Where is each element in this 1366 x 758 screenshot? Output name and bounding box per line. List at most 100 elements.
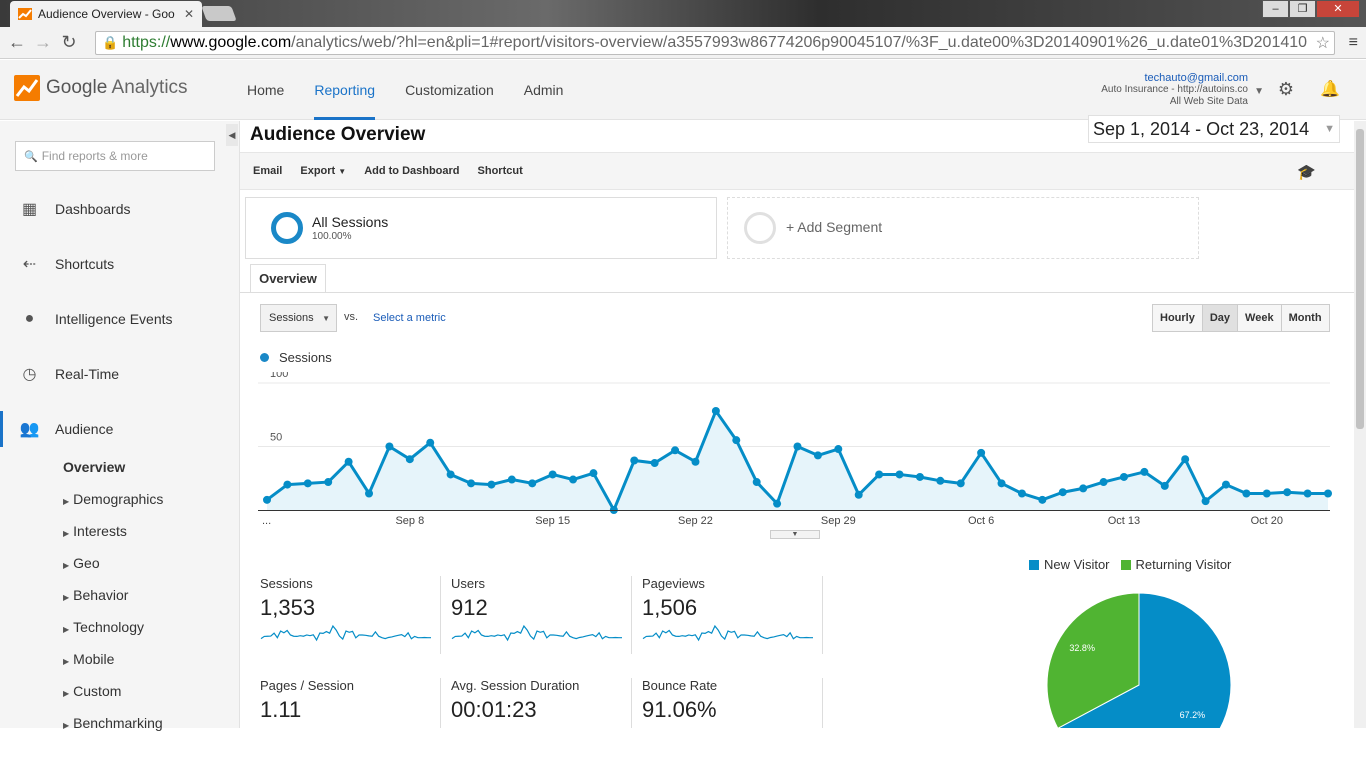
subnav-benchmarking[interactable]: ▶ Benchmarking xyxy=(63,715,163,731)
sessions-point[interactable] xyxy=(1119,472,1128,481)
search-input[interactable]: 🔍 Find reports & more xyxy=(15,141,215,171)
add-to-dashboard-button[interactable]: Add to Dashboard xyxy=(364,165,459,177)
shortcut-button[interactable]: Shortcut xyxy=(478,165,523,177)
google-analytics-logo[interactable]: Google Analytics xyxy=(14,75,188,101)
bell-icon[interactable]: 🔔 xyxy=(1320,79,1340,99)
sessions-point[interactable] xyxy=(1201,497,1210,506)
sessions-point[interactable] xyxy=(446,470,455,479)
collapse-sidebar-icon[interactable]: ◀ xyxy=(226,124,238,146)
sessions-point[interactable] xyxy=(1079,484,1088,493)
sessions-point[interactable] xyxy=(1283,488,1292,497)
sessions-point[interactable] xyxy=(365,489,374,498)
sessions-point[interactable] xyxy=(813,451,822,460)
month-button[interactable]: Month xyxy=(1281,305,1329,331)
sessions-point[interactable] xyxy=(528,479,537,488)
sessions-point[interactable] xyxy=(773,499,782,508)
back-icon[interactable]: ← xyxy=(4,32,30,53)
sessions-point[interactable] xyxy=(1058,488,1067,497)
gear-icon[interactable]: ⚙ xyxy=(1278,79,1294,100)
sessions-chart[interactable]: 100 50... Sep 8 Sep 15 Sep 22 Sep 29 Oct 6 Oct … xyxy=(258,372,1332,532)
sessions-point[interactable] xyxy=(1303,489,1312,498)
minimize-button[interactable]: – xyxy=(1262,0,1289,18)
segment-all-sessions[interactable]: All Sessions 100.00% xyxy=(245,197,717,259)
scrollbar-thumb[interactable] xyxy=(1356,129,1364,429)
sessions-point[interactable] xyxy=(915,472,924,481)
browser-tab[interactable]: Audience Overview - Goo ✕ xyxy=(10,1,202,27)
sessions-point[interactable] xyxy=(895,470,904,479)
sessions-point[interactable] xyxy=(936,476,945,485)
sidebar-item-intelligence-events[interactable]: ● Intelligence Events xyxy=(0,301,240,337)
sidebar-item-shortcuts[interactable]: ⇠ Shortcuts xyxy=(0,246,240,282)
sessions-point[interactable] xyxy=(1017,489,1026,498)
sessions-point[interactable] xyxy=(487,480,496,489)
export-button[interactable]: Export ▼ xyxy=(300,165,346,177)
nav-customization[interactable]: Customization xyxy=(405,60,494,120)
sessions-point[interactable] xyxy=(426,438,435,447)
window-close-button[interactable]: ✕ xyxy=(1316,0,1360,18)
visitor-pie-chart[interactable]: 67.2% 32.8% xyxy=(1046,588,1232,728)
sessions-point[interactable] xyxy=(752,478,761,487)
sessions-point[interactable] xyxy=(630,456,639,465)
maximize-button[interactable]: ❐ xyxy=(1289,0,1316,18)
subnav-technology[interactable]: ▶ Technology xyxy=(63,619,144,635)
select-metric-link[interactable]: Select a metric xyxy=(373,312,446,324)
sessions-point[interactable] xyxy=(1324,489,1332,498)
sessions-point[interactable] xyxy=(854,490,863,499)
sessions-point[interactable] xyxy=(1262,489,1271,498)
sessions-point[interactable] xyxy=(834,445,843,454)
sessions-point[interactable] xyxy=(589,469,598,478)
subnav-demographics[interactable]: ▶ Demographics xyxy=(63,491,163,507)
sessions-point[interactable] xyxy=(671,446,680,455)
graduation-cap-icon[interactable]: 🎓 xyxy=(1297,163,1316,181)
new-tab-button[interactable] xyxy=(201,6,237,21)
sessions-point[interactable] xyxy=(711,406,720,415)
sessions-point[interactable] xyxy=(650,459,659,468)
browser-menu-icon[interactable]: ≡ xyxy=(1349,34,1358,52)
reload-icon[interactable]: ↻ xyxy=(56,32,82,53)
bookmark-star-icon[interactable]: ☆ xyxy=(1316,33,1330,53)
sessions-point[interactable] xyxy=(732,436,741,445)
forward-icon[interactable]: → xyxy=(30,32,56,53)
subnav-geo[interactable]: ▶ Geo xyxy=(63,555,100,571)
sidebar-item-audience[interactable]: 👥 Audience xyxy=(0,411,240,447)
date-range-picker[interactable]: Sep 1, 2014 - Oct 23, 2014 ▼ xyxy=(1088,115,1340,143)
sessions-point[interactable] xyxy=(385,442,394,451)
email-button[interactable]: Email xyxy=(253,165,282,177)
page-scrollbar[interactable] xyxy=(1354,121,1366,728)
sessions-point[interactable] xyxy=(691,457,700,466)
sessions-point[interactable] xyxy=(467,479,476,488)
sidebar-item-real-time[interactable]: ◷ Real-Time xyxy=(0,356,240,392)
sessions-point[interactable] xyxy=(1160,481,1169,490)
sessions-point[interactable] xyxy=(956,479,965,488)
sessions-point[interactable] xyxy=(875,470,884,479)
sessions-point[interactable] xyxy=(344,457,353,466)
sessions-point[interactable] xyxy=(1242,489,1251,498)
sessions-point[interactable] xyxy=(1140,467,1149,476)
sessions-point[interactable] xyxy=(405,455,414,464)
sessions-point[interactable] xyxy=(324,478,333,487)
chart-resize-handle[interactable]: ▼ xyxy=(770,530,820,539)
nav-home[interactable]: Home xyxy=(247,60,284,120)
sessions-point[interactable] xyxy=(1038,495,1047,504)
sessions-point[interactable] xyxy=(548,470,557,479)
subnav-overview[interactable]: Overview xyxy=(63,459,125,475)
subnav-mobile[interactable]: ▶ Mobile xyxy=(63,651,114,667)
sessions-point[interactable] xyxy=(793,442,802,451)
address-bar[interactable]: 🔒 https://www.google.com/analytics/web/?… xyxy=(95,31,1335,55)
sessions-point[interactable] xyxy=(303,479,312,488)
subnav-interests[interactable]: ▶ Interests xyxy=(63,523,127,539)
sessions-point[interactable] xyxy=(507,475,516,484)
subnav-behavior[interactable]: ▶ Behavior xyxy=(63,587,128,603)
day-button[interactable]: Day xyxy=(1202,305,1239,331)
sessions-point[interactable] xyxy=(569,475,578,484)
week-button[interactable]: Week xyxy=(1238,305,1282,331)
metric-select[interactable]: Sessions ▼ xyxy=(260,304,337,332)
sessions-point[interactable] xyxy=(977,448,986,457)
tab-close-icon[interactable]: ✕ xyxy=(182,7,196,21)
sessions-point[interactable] xyxy=(1181,455,1190,464)
tab-overview[interactable]: Overview xyxy=(250,264,326,293)
subnav-custom[interactable]: ▶ Custom xyxy=(63,683,121,699)
sidebar-item-dashboards[interactable]: ▦ Dashboards xyxy=(0,191,240,227)
sessions-point[interactable] xyxy=(1099,478,1108,487)
sessions-point[interactable] xyxy=(997,479,1006,488)
